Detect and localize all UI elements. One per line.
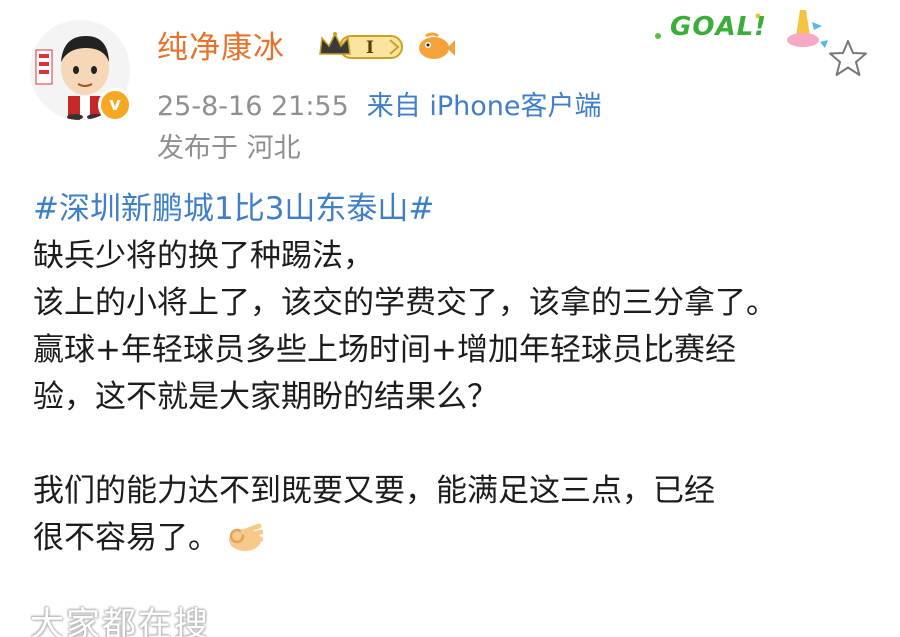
crown-level-icon: I (319, 32, 403, 59)
verified-badge-icon: v (98, 88, 132, 122)
post-text-line: 很不容易了。 (33, 520, 219, 556)
post-source[interactable]: 来自 iPhone客户端 (367, 91, 602, 122)
post-text-line: 我们的能力达不到既要又要，能满足这三点，已经 (33, 473, 715, 509)
post-text-last-line: 很不容易了。 (33, 515, 878, 562)
favorite-star-icon[interactable] (828, 38, 868, 78)
post-text-line: 该上的小将上了，该交的学费交了，该拿的三分拿了。 (33, 285, 777, 321)
post-text-line: 缺兵少将的换了种踢法， (33, 238, 374, 274)
post-text-line: 验，这不就是大家期盼的结果么？ (33, 379, 498, 415)
post-meta: 25-8-16 21:55 来自 iPhone客户端 (157, 84, 602, 123)
search-watermark: 大家都在搜 (30, 605, 210, 637)
hashtag-link[interactable]: #深圳新鹏城1比3山东泰山# (33, 186, 878, 233)
post-text-blank-line (33, 421, 878, 468)
goal-text: GOAL! (670, 12, 767, 42)
author-name[interactable]: 纯净康冰 (157, 22, 285, 67)
post-content: #深圳新鹏城1比3山东泰山# 缺兵少将的换了种踢法， 该上的小将上了，该交的学费… (33, 186, 878, 562)
post-timestamp: 25-8-16 21:55 (157, 91, 349, 122)
post-location: 发布于 河北 (157, 133, 301, 164)
fish-badge-icon (419, 32, 455, 59)
level-badge-text: I (366, 38, 374, 58)
post-text-line: 赢球+年轻球员多些上场时间+增加年轻球员比赛经 (33, 332, 736, 368)
ok-hand-emoji-icon (229, 523, 263, 551)
